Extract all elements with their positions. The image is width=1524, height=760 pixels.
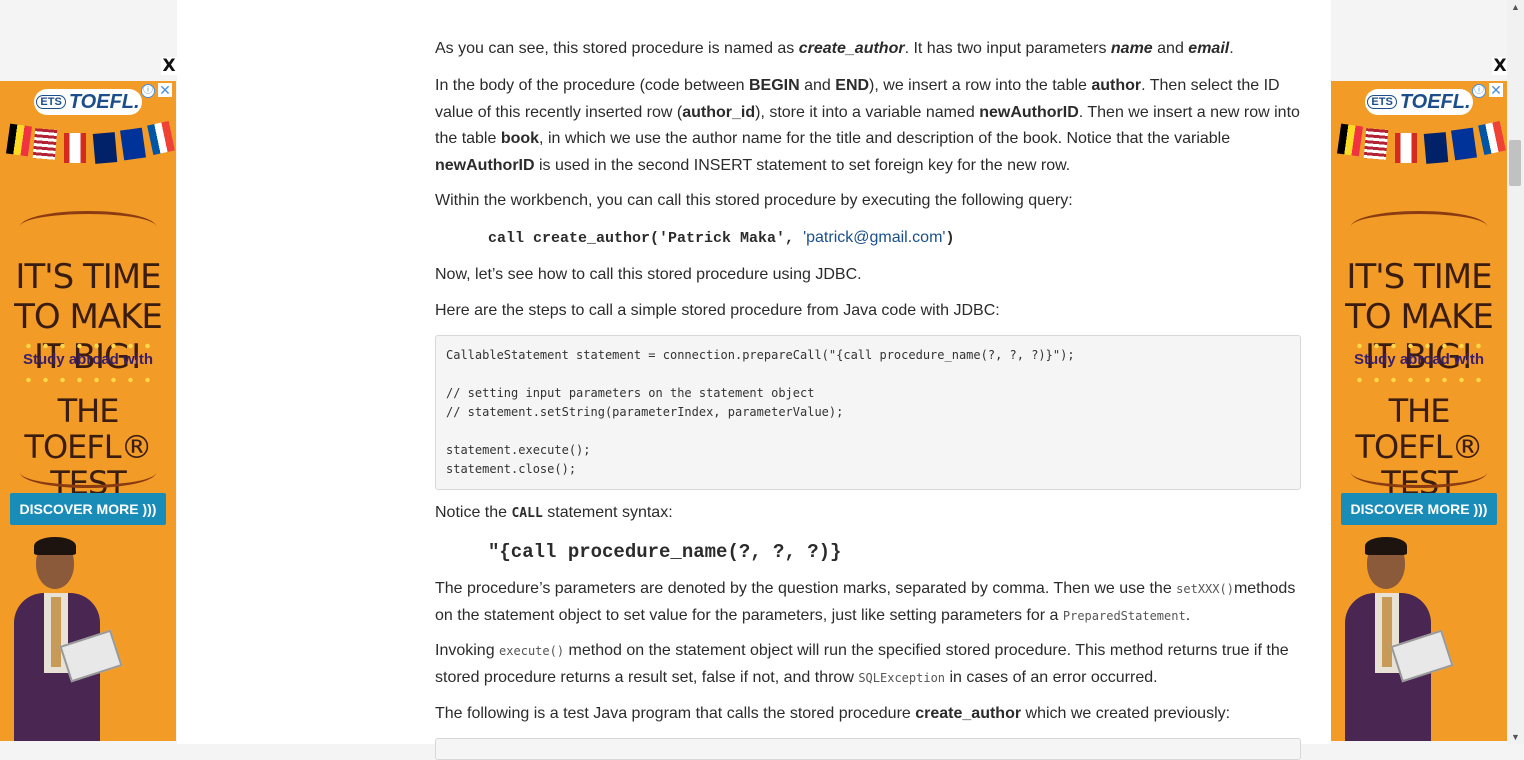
flags-banner (1335, 121, 1506, 167)
call-syntax: "{call procedure_name(?, ?, ?)} (488, 541, 842, 563)
ornament (20, 211, 156, 242)
ad-close-icon[interactable]: ✕ (158, 83, 172, 97)
student-image (1345, 537, 1454, 741)
paragraph: Notice the CALL statement syntax: (435, 504, 673, 521)
paragraph: The following is a test Java program tha… (435, 705, 1231, 722)
code-block[interactable]: CallableStatement statement = connection… (435, 335, 1301, 490)
ad-info-icon[interactable]: ⓘ (1472, 84, 1486, 98)
paragraph: The procedure’s parameters are denoted b… (435, 580, 1296, 624)
dots-divider (20, 343, 156, 349)
ad-banner-left[interactable]: ETS TOEFL. ⓘ ✕ IT'S TIME TO MAKE IT BIG! … (0, 81, 176, 741)
scroll-up-icon[interactable]: ▲ (1507, 0, 1524, 14)
ornament (20, 457, 156, 488)
student-image (14, 537, 123, 741)
close-ad-left-button[interactable]: X (161, 57, 177, 75)
vertical-scrollbar[interactable]: ▲ ▼ (1507, 0, 1524, 744)
dots-divider (20, 377, 156, 383)
dots-divider (1351, 343, 1487, 349)
discover-more-button[interactable]: DISCOVER MORE ))) (1341, 493, 1497, 525)
ornament (1351, 211, 1487, 242)
ad-banner-right[interactable]: ETS TOEFL. ⓘ ✕ IT'S TIME TO MAKE IT BIG! … (1331, 81, 1507, 741)
discover-more-button[interactable]: DISCOVER MORE ))) (10, 493, 166, 525)
call-example: call create_author('Patrick Maka', 'patr… (488, 229, 955, 247)
flags-banner (4, 121, 175, 167)
code-block-next[interactable] (435, 738, 1301, 760)
ad-subline: Study abroad with (22, 351, 153, 368)
paragraph: Here are the steps to call a simple stor… (435, 302, 1000, 319)
ornament (1351, 457, 1487, 488)
email-link[interactable]: 'patrick@gmail.com' (803, 229, 945, 246)
paragraph: Now, let’s see how to call this stored p… (435, 266, 862, 283)
scrollbar-thumb[interactable] (1509, 140, 1521, 186)
paragraph: As you can see, this stored procedure is… (435, 40, 1234, 57)
ad-info-icon[interactable]: ⓘ (141, 84, 155, 98)
toefl-logo: ETS TOEFL. (34, 89, 142, 115)
paragraph: In the body of the procedure (code betwe… (435, 77, 1300, 174)
ad-close-icon[interactable]: ✕ (1489, 83, 1503, 97)
paragraph: Invoking execute() method on the stateme… (435, 642, 1289, 686)
toefl-logo: ETS TOEFL. (1365, 89, 1473, 115)
scroll-down-icon[interactable]: ▼ (1507, 730, 1524, 744)
dots-divider (1351, 377, 1487, 383)
close-ad-right-button[interactable]: X (1492, 57, 1508, 75)
ad-subline: Study abroad with (1353, 351, 1484, 368)
paragraph: Within the workbench, you can call this … (435, 192, 1073, 209)
